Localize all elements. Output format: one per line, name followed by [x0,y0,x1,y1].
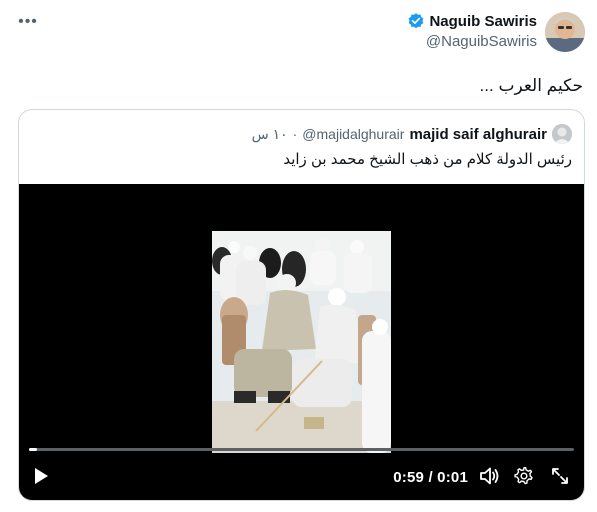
author-name[interactable]: Naguib Sawiris [429,13,537,30]
quoted-timestamp[interactable]: ١٠ س [252,126,288,143]
volume-icon [479,466,501,491]
tweet-author: Naguib Sawiris @NaguibSawiris [407,12,585,52]
progress-bar[interactable] [29,448,574,451]
play-button[interactable] [31,464,51,492]
settings-icon [514,466,534,491]
video-frame [212,231,391,453]
author-handle[interactable]: @NaguibSawiris [407,33,537,50]
settings-button[interactable] [512,464,536,492]
video-player[interactable]: 0:59 / 0:01 [19,184,584,500]
volume-button[interactable] [478,464,502,492]
quoted-tweet[interactable]: majid saif alghurair @majidalghurair · ١… [18,109,585,501]
quoted-tweet-text: رئيس الدولة كلام من ذهب الشيخ محمد بن زا… [283,151,572,168]
video-controls: 0:59 / 0:01 [19,464,584,492]
play-icon [33,467,49,490]
progress-fill [29,448,38,451]
separator-dot: · [292,126,298,142]
more-options-button[interactable]: ••• [18,12,38,32]
avatar[interactable] [545,12,585,52]
quoted-tweet-header: majid saif alghurair @majidalghurair · ١… [252,124,572,144]
fullscreen-icon [550,466,570,491]
fullscreen-button[interactable] [548,464,572,492]
ellipsis-icon: ••• [18,13,38,30]
quoted-avatar[interactable] [552,124,572,144]
verified-badge-icon [407,12,425,30]
quoted-author-name[interactable]: majid saif alghurair [409,126,547,143]
quoted-author-handle[interactable]: @majidalghurair [302,126,404,142]
time-display: 0:59 / 0:01 [393,469,468,486]
tweet-text: حكيم العرب ... [479,76,583,95]
